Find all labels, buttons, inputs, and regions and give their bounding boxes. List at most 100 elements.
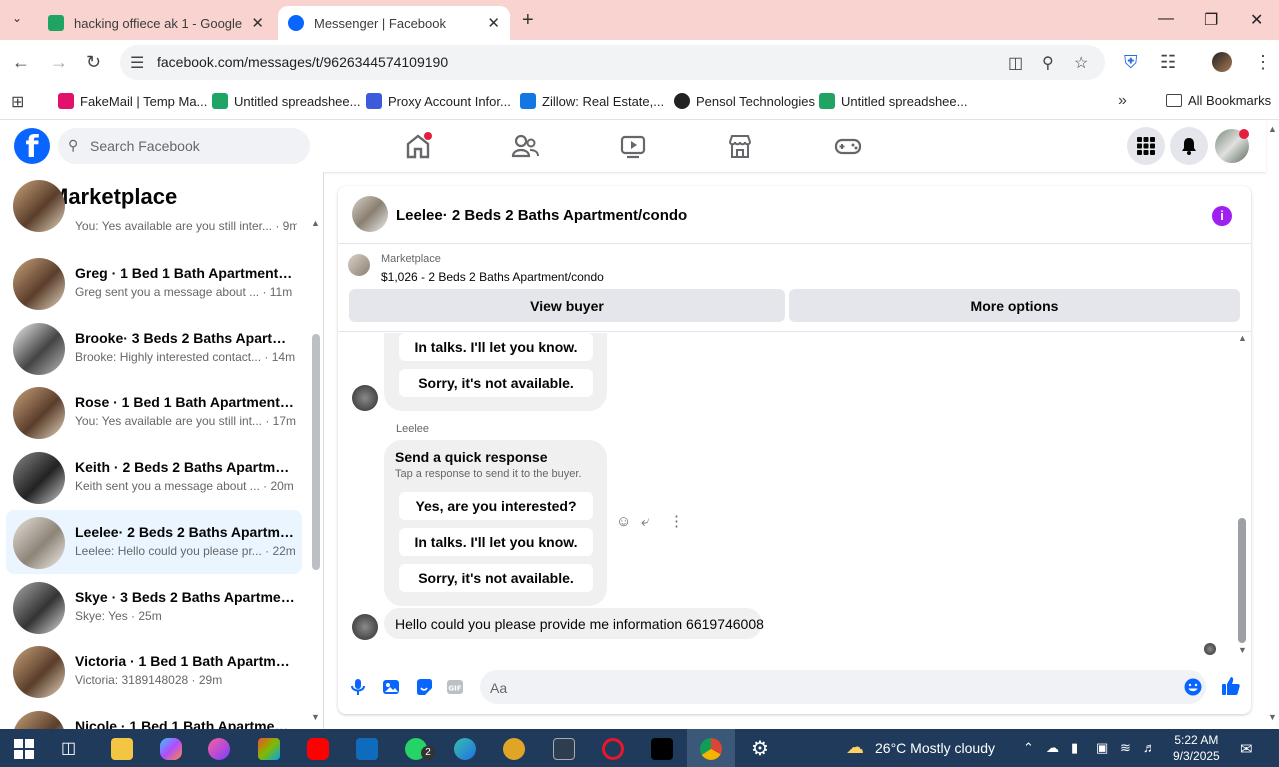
conversation-item-active[interactable]: Leelee· 2 Beds 2 Baths Apartme... Leelee… (6, 510, 302, 574)
bookmark-fakemail[interactable]: FakeMail | Temp Ma... (58, 93, 207, 109)
conversation-item[interactable]: Skye · 3 Beds 2 Baths Apartmen... Skye: … (6, 575, 302, 639)
more-bookmarks-icon[interactable]: » (1118, 92, 1127, 110)
notification-center-icon[interactable]: ✉ (1240, 740, 1253, 758)
apps-grid-icon[interactable]: ⊞ (11, 92, 24, 112)
app-icon-pink[interactable] (208, 738, 230, 760)
profile-avatar[interactable] (1212, 52, 1232, 72)
message-input[interactable]: Aa (480, 670, 1206, 704)
app-icon-dark[interactable] (553, 738, 575, 760)
edge-icon[interactable] (454, 738, 476, 760)
close-window-icon[interactable]: ✕ (1250, 10, 1263, 30)
chat-title[interactable]: Leelee· 2 Beds 2 Baths Apartment/condo (396, 207, 687, 224)
install-app-icon[interactable]: ◫ (1008, 53, 1023, 73)
extensions-puzzle-icon[interactable]: ☷ (1160, 52, 1176, 73)
chrome-icon[interactable] (700, 738, 722, 760)
page-scroll-down-icon[interactable]: ▼ (1268, 712, 1277, 722)
weather-icon[interactable]: ☁ (846, 737, 864, 758)
conversation-item[interactable]: Keith · 2 Beds 2 Baths Apartmen... Keith… (6, 445, 302, 509)
volume-icon[interactable]: ♬ (1143, 740, 1156, 755)
quick-reply-button[interactable]: In talks. I'll let you know. (399, 528, 593, 556)
emoji-icon[interactable] (1184, 678, 1202, 696)
sticker-icon[interactable] (415, 678, 433, 696)
photo-icon[interactable] (382, 678, 400, 696)
minimize-icon[interactable]: — (1158, 10, 1174, 28)
listing-avatar[interactable] (352, 196, 388, 232)
quick-reply-button[interactable]: Sorry, it's not available. (399, 369, 593, 397)
info-icon[interactable]: i (1212, 206, 1232, 226)
sender-avatar[interactable] (352, 385, 378, 411)
microsoft-store-icon[interactable] (258, 738, 280, 760)
tray-app-icon[interactable]: ▣ (1096, 740, 1108, 756)
quick-reply-button[interactable]: In talks. I'll let you know. (399, 333, 593, 361)
copilot-icon[interactable] (160, 738, 182, 760)
tiktok-icon[interactable] (651, 738, 673, 760)
bookmark-proxy[interactable]: Proxy Account Infor... (366, 93, 511, 109)
bookmark-pensol[interactable]: Pensol Technologies (674, 93, 815, 109)
notifications-button[interactable] (1170, 127, 1208, 165)
like-thumb-icon[interactable] (1221, 676, 1241, 696)
close-tab-icon[interactable]: ✕ (487, 14, 500, 32)
forward-icon[interactable]: → (50, 52, 68, 73)
page-scroll-up-icon[interactable]: ▲ (1268, 124, 1277, 134)
tab-messenger[interactable]: Messenger | Facebook ✕ (278, 6, 510, 40)
back-icon[interactable]: ← (12, 52, 30, 73)
conversation-item[interactable]: Nicole · 1 Bed 1 Bath Apartment... (6, 704, 302, 730)
list-scroll-down-icon[interactable]: ▼ (311, 712, 320, 722)
marketplace-icon[interactable] (725, 132, 755, 160)
gif-icon[interactable]: GIF (446, 678, 464, 696)
bookmark-star-icon[interactable]: ☆ (1074, 53, 1088, 73)
reload-icon[interactable]: ↻ (86, 52, 101, 73)
more-actions-icon[interactable]: ⋮ (669, 512, 684, 530)
opera-icon[interactable] (602, 738, 624, 760)
browser-menu-icon[interactable]: ⋮ (1254, 52, 1272, 73)
quick-reply-button[interactable]: Sorry, it's not available. (399, 564, 593, 592)
thread-scroll-down-icon[interactable]: ▼ (1238, 645, 1247, 655)
gaming-icon[interactable] (833, 132, 863, 160)
all-bookmarks[interactable]: All Bookmarks (1166, 93, 1271, 108)
zoom-icon[interactable]: ⚲ (1042, 53, 1054, 73)
url-text[interactable]: facebook.com/messages/t/9626344574109190 (157, 54, 448, 70)
friends-icon[interactable] (510, 132, 540, 160)
conversation-item[interactable]: Rose · 1 Bed 1 Bath Apartment/c... You: … (6, 380, 302, 444)
reply-icon[interactable]: ⤶ (641, 513, 649, 530)
windows-start-icon[interactable] (13, 738, 35, 760)
message-scrollbar[interactable] (1238, 518, 1246, 643)
task-view-icon[interactable]: ◫ (61, 738, 83, 760)
listing-thumbnail[interactable] (348, 254, 370, 276)
wifi-icon[interactable]: ≋ (1120, 740, 1131, 756)
list-scrollbar[interactable] (312, 334, 320, 570)
restore-icon[interactable]: ❐ (1204, 10, 1218, 30)
bookmark-spreadsheet-1[interactable]: Untitled spreadshee... (212, 93, 360, 109)
youtube-icon[interactable] (307, 738, 329, 760)
close-tab-icon[interactable]: ✕ (251, 14, 264, 32)
quick-reply-button[interactable]: Yes, are you interested? (399, 492, 593, 520)
more-options-button[interactable]: More options (789, 289, 1240, 322)
microphone-icon[interactable] (349, 678, 367, 696)
react-emoji-icon[interactable]: ☺ (616, 513, 631, 530)
outlook-icon[interactable] (356, 738, 378, 760)
address-bar[interactable]: ☰ facebook.com/messages/t/96263445741091… (120, 45, 1105, 80)
facebook-search-input[interactable]: ⚲ Search Facebook (58, 128, 310, 164)
medal-app-icon[interactable] (503, 738, 525, 760)
weather-text[interactable]: 26°C Mostly cloudy (875, 740, 995, 756)
bookmark-zillow[interactable]: Zillow: Real Estate,... (520, 93, 664, 109)
list-scroll-up-icon[interactable]: ▲ (311, 218, 320, 228)
onedrive-icon[interactable]: ☁ (1046, 740, 1059, 756)
tab-search-icon[interactable]: ⌄ (12, 11, 22, 25)
menu-grid-button[interactable] (1127, 127, 1165, 165)
view-buyer-button[interactable]: View buyer (349, 289, 785, 322)
site-info-icon[interactable]: ☰ (130, 53, 144, 73)
settings-gear-icon[interactable]: ⚙ (749, 738, 771, 760)
new-tab-icon[interactable]: + (522, 9, 534, 32)
tab-google-sheets[interactable]: hacking offiece ak 1 - Google Sl ✕ (38, 6, 274, 40)
bookmark-spreadsheet-2[interactable]: Untitled spreadshee... (819, 93, 967, 109)
show-hidden-icons[interactable]: ⌃ (1023, 740, 1034, 756)
thread-scroll-up-icon[interactable]: ▲ (1238, 333, 1247, 343)
clock[interactable]: 5:22 AM 9/3/2025 (1173, 732, 1220, 764)
conversation-item[interactable]: Greg · 1 Bed 1 Bath Apartment/c... Greg … (6, 251, 302, 315)
home-icon[interactable] (403, 132, 433, 160)
facebook-logo-icon[interactable]: f (14, 128, 50, 165)
listing-price[interactable]: $1,026 - 2 Beds 2 Baths Apartment/condo (381, 270, 604, 284)
watch-video-icon[interactable] (618, 132, 648, 160)
conversation-item[interactable]: Brooke· 3 Beds 2 Baths Apartme... Brooke… (6, 316, 302, 380)
